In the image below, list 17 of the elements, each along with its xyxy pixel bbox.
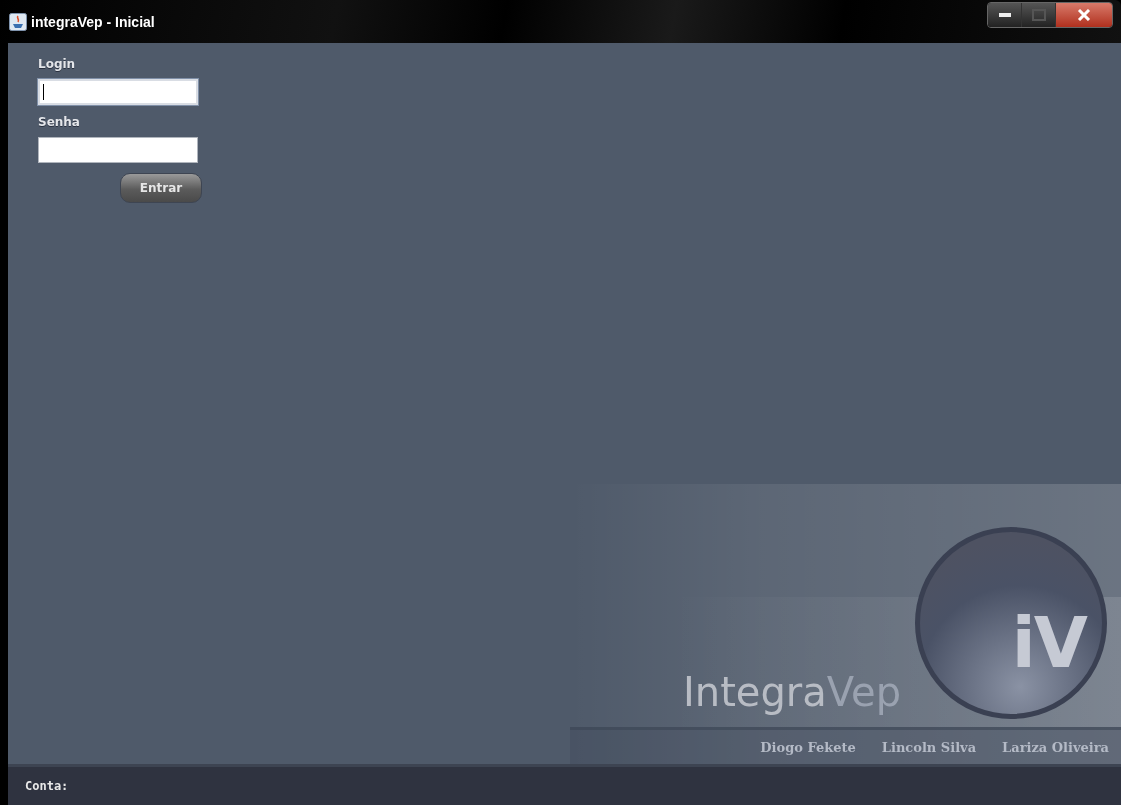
credit-name: Lincoln Silva: [881, 739, 977, 755]
account-label: Conta:: [25, 779, 69, 793]
logo-badge: iV: [915, 527, 1107, 719]
minimize-icon: [997, 12, 1012, 18]
login-button[interactable]: Entrar: [120, 173, 202, 203]
login-field[interactable]: [38, 79, 198, 105]
minimize-button[interactable]: [988, 3, 1022, 27]
app-icon: [9, 12, 27, 31]
credit-name: Lariza Oliveira: [1002, 739, 1109, 755]
close-button[interactable]: [1056, 3, 1112, 27]
password-field[interactable]: [38, 137, 198, 163]
window-title: integraVep - Inicial: [31, 13, 155, 30]
close-icon: [1077, 9, 1091, 21]
maximize-icon: [1031, 9, 1046, 21]
credit-name: Diogo Fekete: [760, 739, 856, 755]
field-label: Senha: [38, 115, 81, 129]
field-label: Login: [38, 57, 77, 71]
